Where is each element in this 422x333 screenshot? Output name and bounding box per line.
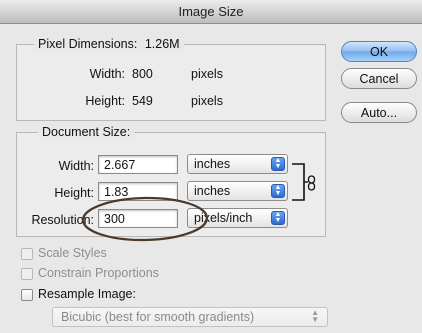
cancel-button[interactable]: Cancel (341, 68, 417, 89)
stepper-arrows-icon: ▲ ▼ (271, 211, 285, 225)
stepper-arrows-icon: ▲ ▼ (311, 308, 319, 324)
resample-image-label: Resample Image: (38, 287, 136, 301)
scale-styles-label: Scale Styles (38, 246, 107, 260)
resample-method-select[interactable]: Bicubic (best for smooth gradients) ▲ ▼ (52, 307, 328, 327)
resample-method-value: Bicubic (best for smooth gradients) (61, 310, 255, 324)
window-title: Image Size (178, 4, 244, 19)
pixel-height-unit: pixels (191, 94, 223, 108)
auto-button[interactable]: Auto... (341, 102, 417, 123)
chain-link-icon (307, 175, 316, 191)
pixel-dimensions-legend: Pixel Dimensions: 1.26M (34, 37, 184, 51)
stepper-arrows-icon: ▲ ▼ (271, 157, 285, 171)
pixel-dimensions-size: 1.26M (144, 37, 180, 51)
pixel-height-label: Height: (85, 94, 125, 108)
resample-image-checkbox[interactable] (21, 289, 33, 301)
stepper-arrows-icon: ▲ ▼ (271, 184, 285, 198)
ok-button[interactable]: OK (341, 41, 417, 62)
doc-width-unit: inches (194, 157, 231, 171)
pixel-height-value: 549 (132, 94, 153, 108)
pixel-dimensions-group (16, 44, 326, 121)
doc-width-label: Width: (58, 159, 94, 173)
pixel-width-value: 800 (132, 67, 153, 81)
pixel-width-label: Width: (89, 67, 125, 81)
doc-width-unit-select[interactable]: inches ▲ ▼ (187, 154, 288, 174)
pixel-width-unit: pixels (191, 67, 223, 81)
doc-width-field[interactable]: 2.667 (98, 155, 178, 174)
constrain-proportions-checkbox[interactable] (21, 268, 33, 280)
title-bar: Image Size (0, 0, 422, 24)
highlight-ellipse (81, 196, 209, 242)
constrain-proportions-label: Constrain Proportions (38, 266, 159, 280)
document-size-legend: Document Size: (38, 125, 135, 139)
scale-styles-checkbox[interactable] (21, 248, 33, 260)
pixel-dimensions-label: Pixel Dimensions: (38, 37, 138, 51)
